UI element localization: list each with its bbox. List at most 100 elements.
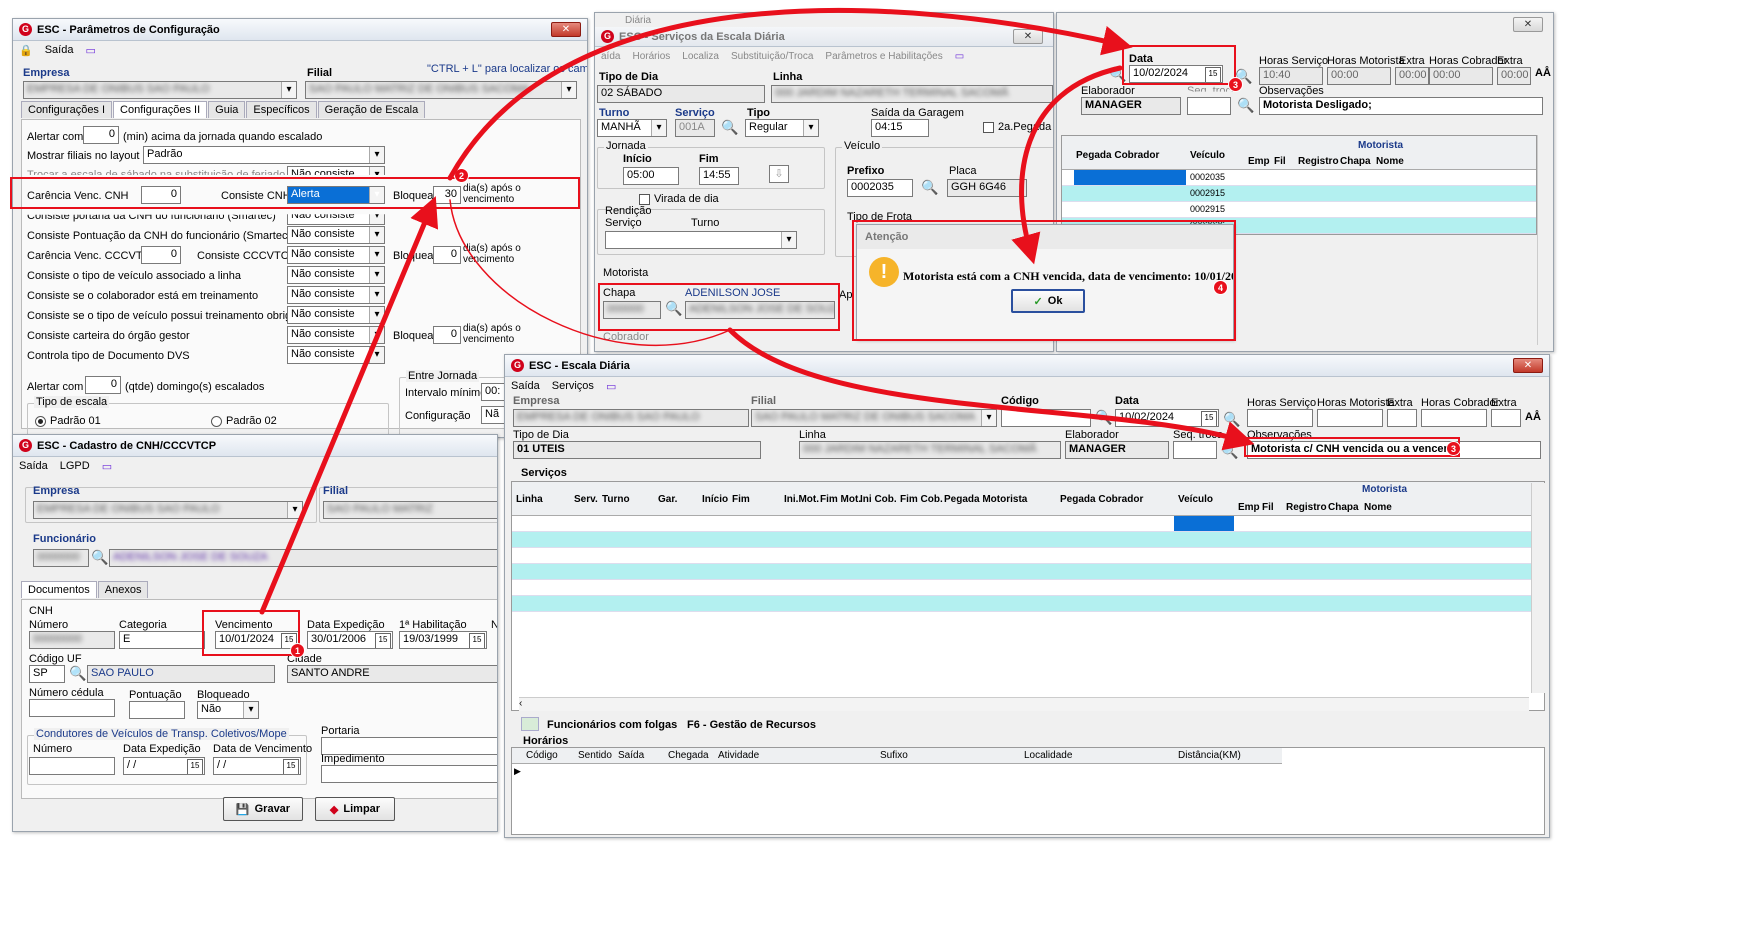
empresa-select[interactable]: EMPRESA DE ONIBUS SAO PAULO [513,409,749,427]
condutores-exp-input[interactable]: / / [123,757,205,775]
filial-select[interactable]: SAO PAULO MATRIZ DE ONIBUS SACOMA [751,409,997,427]
impedimento-input[interactable] [321,765,497,783]
servico-input[interactable]: 001A [675,119,715,137]
chat-icon[interactable]: ▭ [606,380,616,393]
down-arrow-icon[interactable]: ⇩ [769,165,789,183]
cfg-row-7-select[interactable]: Não consiste [287,346,385,364]
cfg-row-6-select[interactable]: Não consiste [287,326,385,344]
tab-especificos[interactable]: Específicos [246,101,317,118]
close-icon[interactable]: ✕ [1513,358,1543,373]
numero-input[interactable]: 00000000 [29,631,115,649]
categoria-input[interactable]: E [119,631,205,649]
table-row[interactable] [512,580,1544,596]
close-icon[interactable]: ✕ [551,22,581,37]
observacoes-input[interactable]: Motorista Desligado; [1259,97,1543,115]
tab-guia[interactable]: Guia [208,101,246,118]
funcionario-code[interactable]: 0000000 [33,549,89,567]
numero-cedula-input[interactable] [29,699,115,717]
cnh-filial-select[interactable]: SAO PAULO MATRIZ [323,501,497,519]
table-row[interactable]: 0002915 [1062,186,1536,202]
bloqueado-select[interactable]: Não [197,701,259,719]
filial-select[interactable]: SAO PAULO MATRIZ DE ONIBUS SACOMA [305,81,577,99]
menu-saida[interactable]: Saída [511,380,540,392]
seq-troca-input[interactable] [1173,441,1217,459]
tipo-select[interactable]: Regular [745,119,819,137]
data-expedicao-input[interactable]: 30/01/2006 [307,631,393,649]
cnh-empresa-select[interactable]: EMPRESA DE ONIBUS SAO PAULO [33,501,303,519]
padrao01-radio[interactable]: Padrão 01 [35,415,101,427]
condutores-venc-input[interactable]: / / [213,757,301,775]
table-row[interactable] [512,548,1544,564]
inicio-input[interactable]: 05:00 [623,167,679,185]
menu-servicos[interactable]: Serviços [552,380,594,392]
menu-parametros[interactable]: Parâmetros e Habilitações [825,51,942,62]
search-icon[interactable]: 🔍 [1221,443,1238,460]
menu-localiza[interactable]: Localiza [682,51,719,62]
menu-saida[interactable]: Saída [45,44,74,56]
close-icon[interactable]: ✕ [1513,17,1543,32]
mostrar-filiais-select[interactable]: Padrão [143,146,385,164]
chat-icon[interactable]: ▭ [102,460,112,473]
turno-select[interactable]: MANHÃ [597,119,667,137]
cfg-row-4-select[interactable]: Não consiste [287,286,385,304]
seq-troca-input[interactable] [1187,97,1231,115]
table-row[interactable] [512,596,1544,612]
limpar-button[interactable]: ◆ Limpar [315,797,395,821]
table-row[interactable] [512,532,1544,548]
cccvtcp-input[interactable]: 0 [141,246,181,264]
menu-substituicao[interactable]: Substituição/Troca [731,51,813,62]
font-size-icon[interactable]: AÅ [1535,67,1551,79]
search-icon[interactable]: 🔍 [1237,97,1254,114]
codigo-input[interactable] [1001,409,1091,427]
search-icon[interactable]: 🔍 [91,549,108,566]
bloquear3-input[interactable]: 0 [433,326,461,344]
pegada-checkbox[interactable]: 2a.Pegada [983,121,1051,133]
padrao02-radio[interactable]: Padrão 02 [211,415,277,427]
tab-config1[interactable]: Configurações I [21,101,113,118]
fim-input[interactable]: 14:55 [699,167,739,185]
tab-config2[interactable]: Configurações II [113,101,208,118]
table-row[interactable] [512,516,1544,532]
cfg-row-5-select[interactable]: Não consiste [287,306,385,324]
vertical-scrollbar[interactable] [1531,483,1545,693]
chat-icon[interactable]: ▭ [955,51,964,62]
uf-input[interactable]: SP [29,665,65,683]
alertar-domingos-input[interactable]: 0 [85,376,121,394]
table-row[interactable]: 0002035 [1062,170,1536,186]
condutores-numero-input[interactable] [29,757,115,775]
menu-horarios[interactable]: Horários [632,51,670,62]
tab-documentos[interactable]: Documentos [21,581,97,598]
cfg-row-1-select[interactable]: Não consiste [287,226,385,244]
cidade-input[interactable]: SANTO ANDRE [287,665,497,683]
font-size-icon[interactable]: AÅ [1525,411,1541,423]
menu-saida[interactable]: aída [601,51,620,62]
cfg-row-2-select[interactable]: Não consiste [287,246,385,264]
habilitacao-input[interactable]: 19/03/1999 [399,631,487,649]
cfg-row-3-select[interactable]: Não consiste [287,266,385,284]
horizontal-scrollbar[interactable]: ‹ [519,697,1529,711]
prefixo-input[interactable]: 0002035 [847,179,913,197]
search-icon[interactable]: 🔍 [1095,409,1112,426]
menu-lgpd[interactable]: LGPD [60,460,90,472]
saida-garagem-input[interactable]: 04:15 [871,119,929,137]
pontuacao-input[interactable] [129,701,185,719]
alertar-input[interactable]: 0 [83,126,119,144]
bloquear2-input[interactable]: 0 [433,246,461,264]
table-row[interactable]: 0002915 [1062,202,1536,218]
empresa-select[interactable]: EMPRESA DE ONIBUS SAO PAULO [23,81,297,99]
close-icon[interactable]: ✕ [1013,29,1043,44]
vertical-scrollbar[interactable] [1537,135,1551,345]
tab-anexos[interactable]: Anexos [97,581,149,598]
search-icon[interactable]: 🔍 [921,179,938,196]
tab-geracao[interactable]: Geração de Escala [317,101,426,118]
table-row[interactable] [512,564,1544,580]
virada-checkbox[interactable]: Virada de dia [639,193,719,205]
search-icon[interactable]: 🔍 [1223,411,1240,428]
menu-saida[interactable]: Saída [19,460,48,472]
search-icon[interactable]: 🔍 [69,665,86,682]
gravar-button[interactable]: 💾 Gravar [223,797,303,821]
rendicao-select[interactable] [605,231,797,249]
data-input[interactable]: 10/02/2024 [1115,409,1219,427]
search-icon[interactable]: 🔍 [721,119,738,136]
chat-icon[interactable]: ▭ [85,44,95,57]
